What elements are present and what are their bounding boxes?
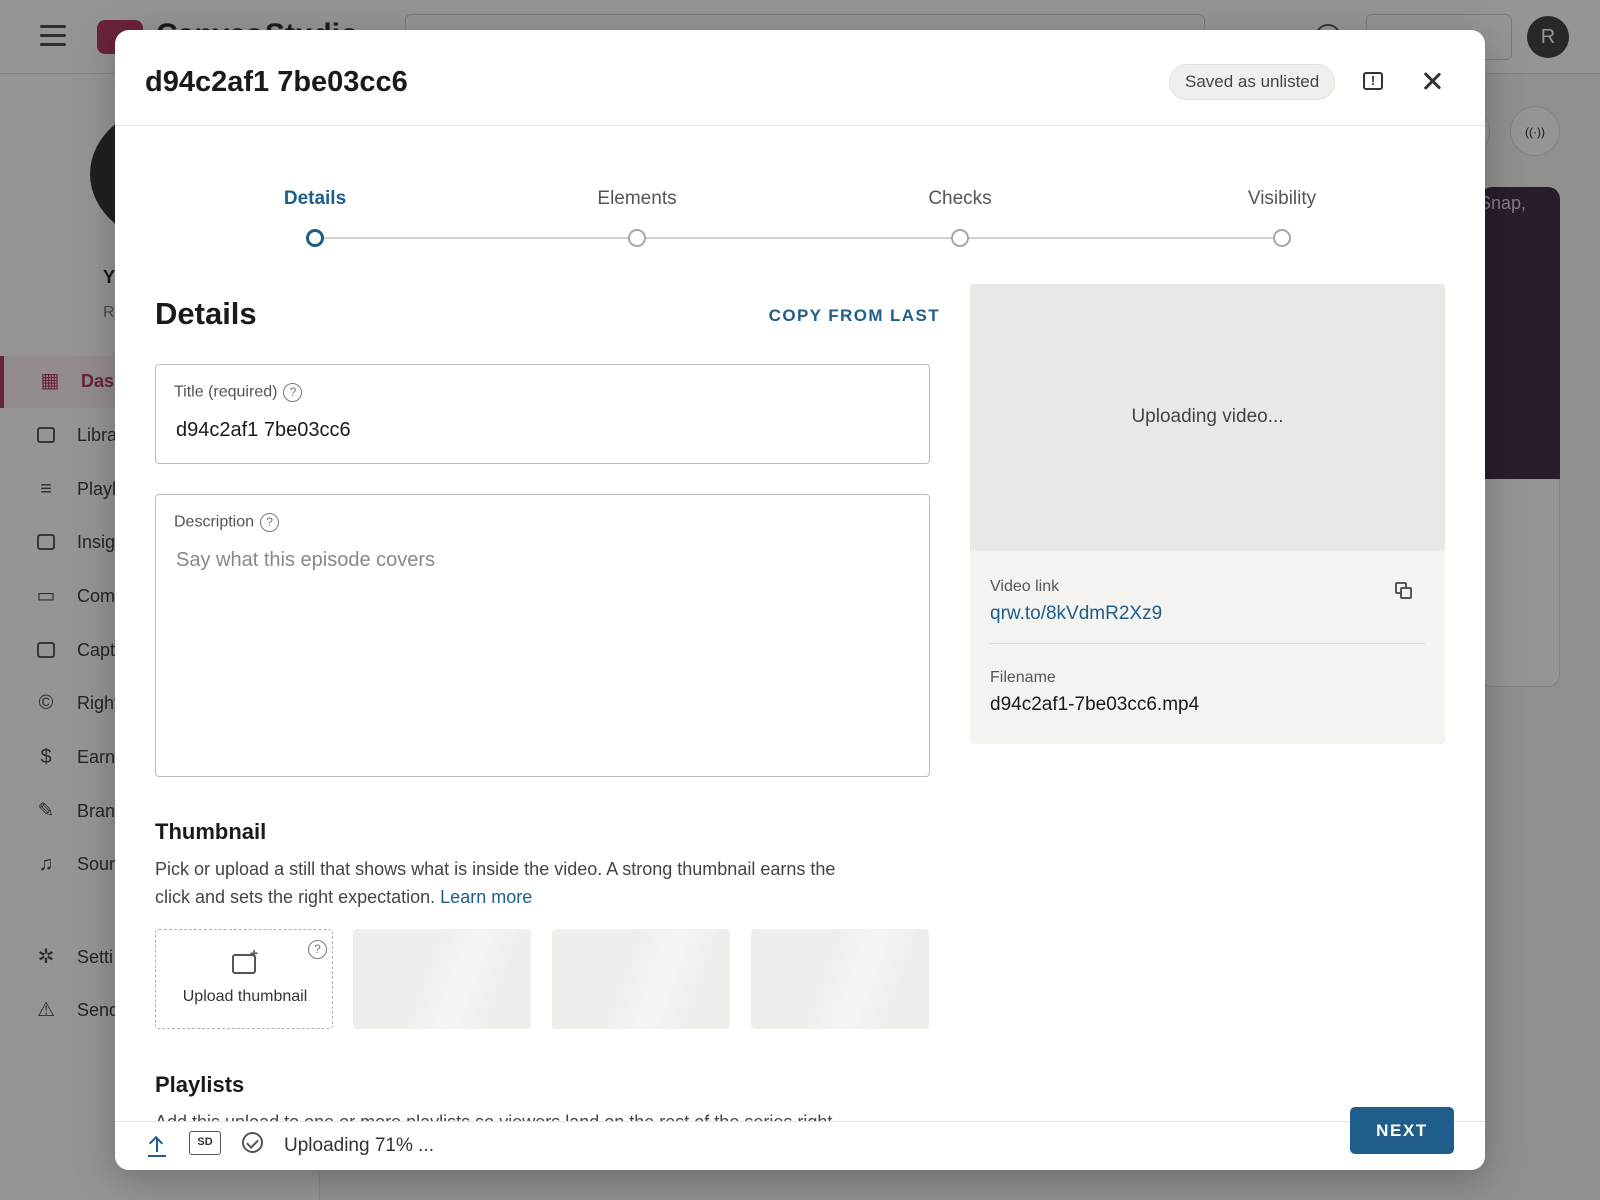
learn-more-link[interactable]: Learn more: [440, 887, 532, 907]
filename-label: Filename: [990, 669, 1056, 686]
filename-value: d94c2af1-7be03cc6.mp4: [990, 694, 1200, 715]
feedback-icon[interactable]: !: [1363, 72, 1383, 90]
upload-thumbnail-label: Upload thumbnail: [182, 988, 308, 1005]
copy-icon[interactable]: [1395, 582, 1412, 599]
thumbnail-heading: Thumbnail: [155, 819, 267, 844]
saved-status-badge: Saved as unlisted: [1169, 64, 1336, 100]
dialog-content[interactable]: Details COPY FROM LAST Title (required)?…: [115, 266, 1485, 1121]
stepper-track: [315, 237, 1285, 239]
thumbnail-option-1[interactable]: [353, 929, 531, 1029]
dialog-footer: SD Uploading 71% ...: [115, 1121, 1485, 1170]
thumbnail-option-3[interactable]: [751, 929, 929, 1029]
thumbnail-description: Pick or upload a still that shows what i…: [155, 855, 875, 911]
description-field-label: Description?: [174, 513, 280, 532]
playlists-heading: Playlists: [155, 1072, 245, 1097]
thumbnail-option-2[interactable]: [552, 929, 730, 1029]
add-image-icon: [232, 945, 258, 974]
upload-progress-text: Uploading 71% ...: [284, 1135, 434, 1156]
details-heading: Details: [155, 296, 257, 331]
title-field[interactable]: Title (required)? d94c2af1 7be03cc6: [155, 364, 930, 464]
description-input[interactable]: Say what this episode covers: [176, 549, 435, 572]
title-input[interactable]: d94c2af1 7be03cc6: [176, 419, 351, 442]
copy-from-last-button[interactable]: COPY FROM LAST: [760, 306, 940, 326]
step-label: Details: [283, 188, 347, 209]
description-field[interactable]: Description? Say what this episode cover…: [155, 494, 930, 777]
step-label: Checks: [928, 188, 992, 209]
video-upload-status: Uploading video...: [1131, 406, 1284, 427]
help-icon[interactable]: ?: [283, 383, 303, 402]
video-preview: Uploading video...: [970, 284, 1445, 551]
upload-thumbnail-button[interactable]: Upload thumbnail ?: [155, 929, 333, 1029]
upload-stepper: Details Elements Checks Visibility: [115, 126, 1485, 266]
help-icon[interactable]: ?: [260, 513, 280, 532]
step-label: Elements: [597, 188, 677, 209]
sd-quality-badge[interactable]: SD: [189, 1131, 221, 1155]
step-dot: [628, 229, 646, 247]
check-circle-icon[interactable]: [242, 1132, 263, 1153]
playlists-description: Add this upload to one or more playlists…: [155, 1108, 955, 1121]
help-icon[interactable]: ?: [308, 940, 327, 959]
description-label-text: Description: [174, 513, 255, 531]
step-dot: [306, 229, 324, 247]
next-button[interactable]: NEXT: [1350, 1107, 1454, 1154]
step-dot: [1273, 229, 1291, 247]
step-label: Visibility: [1247, 188, 1317, 209]
preview-divider: [990, 643, 1425, 644]
video-preview-panel: Uploading video... Video link qrw.to/8kV…: [970, 284, 1445, 744]
step-dot: [951, 229, 969, 247]
title-label-text: Title (required): [174, 383, 278, 401]
video-link[interactable]: qrw.to/8kVdmR2Xz9: [990, 603, 1162, 625]
title-field-label: Title (required)?: [174, 383, 303, 402]
dialog-header: d94c2af1 7be03cc6 Saved as unlisted !: [115, 30, 1485, 126]
close-icon[interactable]: [1419, 68, 1445, 94]
video-link-label: Video link: [990, 578, 1060, 595]
upload-details-dialog: d94c2af1 7be03cc6 Saved as unlisted ! De…: [115, 30, 1485, 1170]
dialog-title: d94c2af1 7be03cc6: [145, 66, 408, 98]
